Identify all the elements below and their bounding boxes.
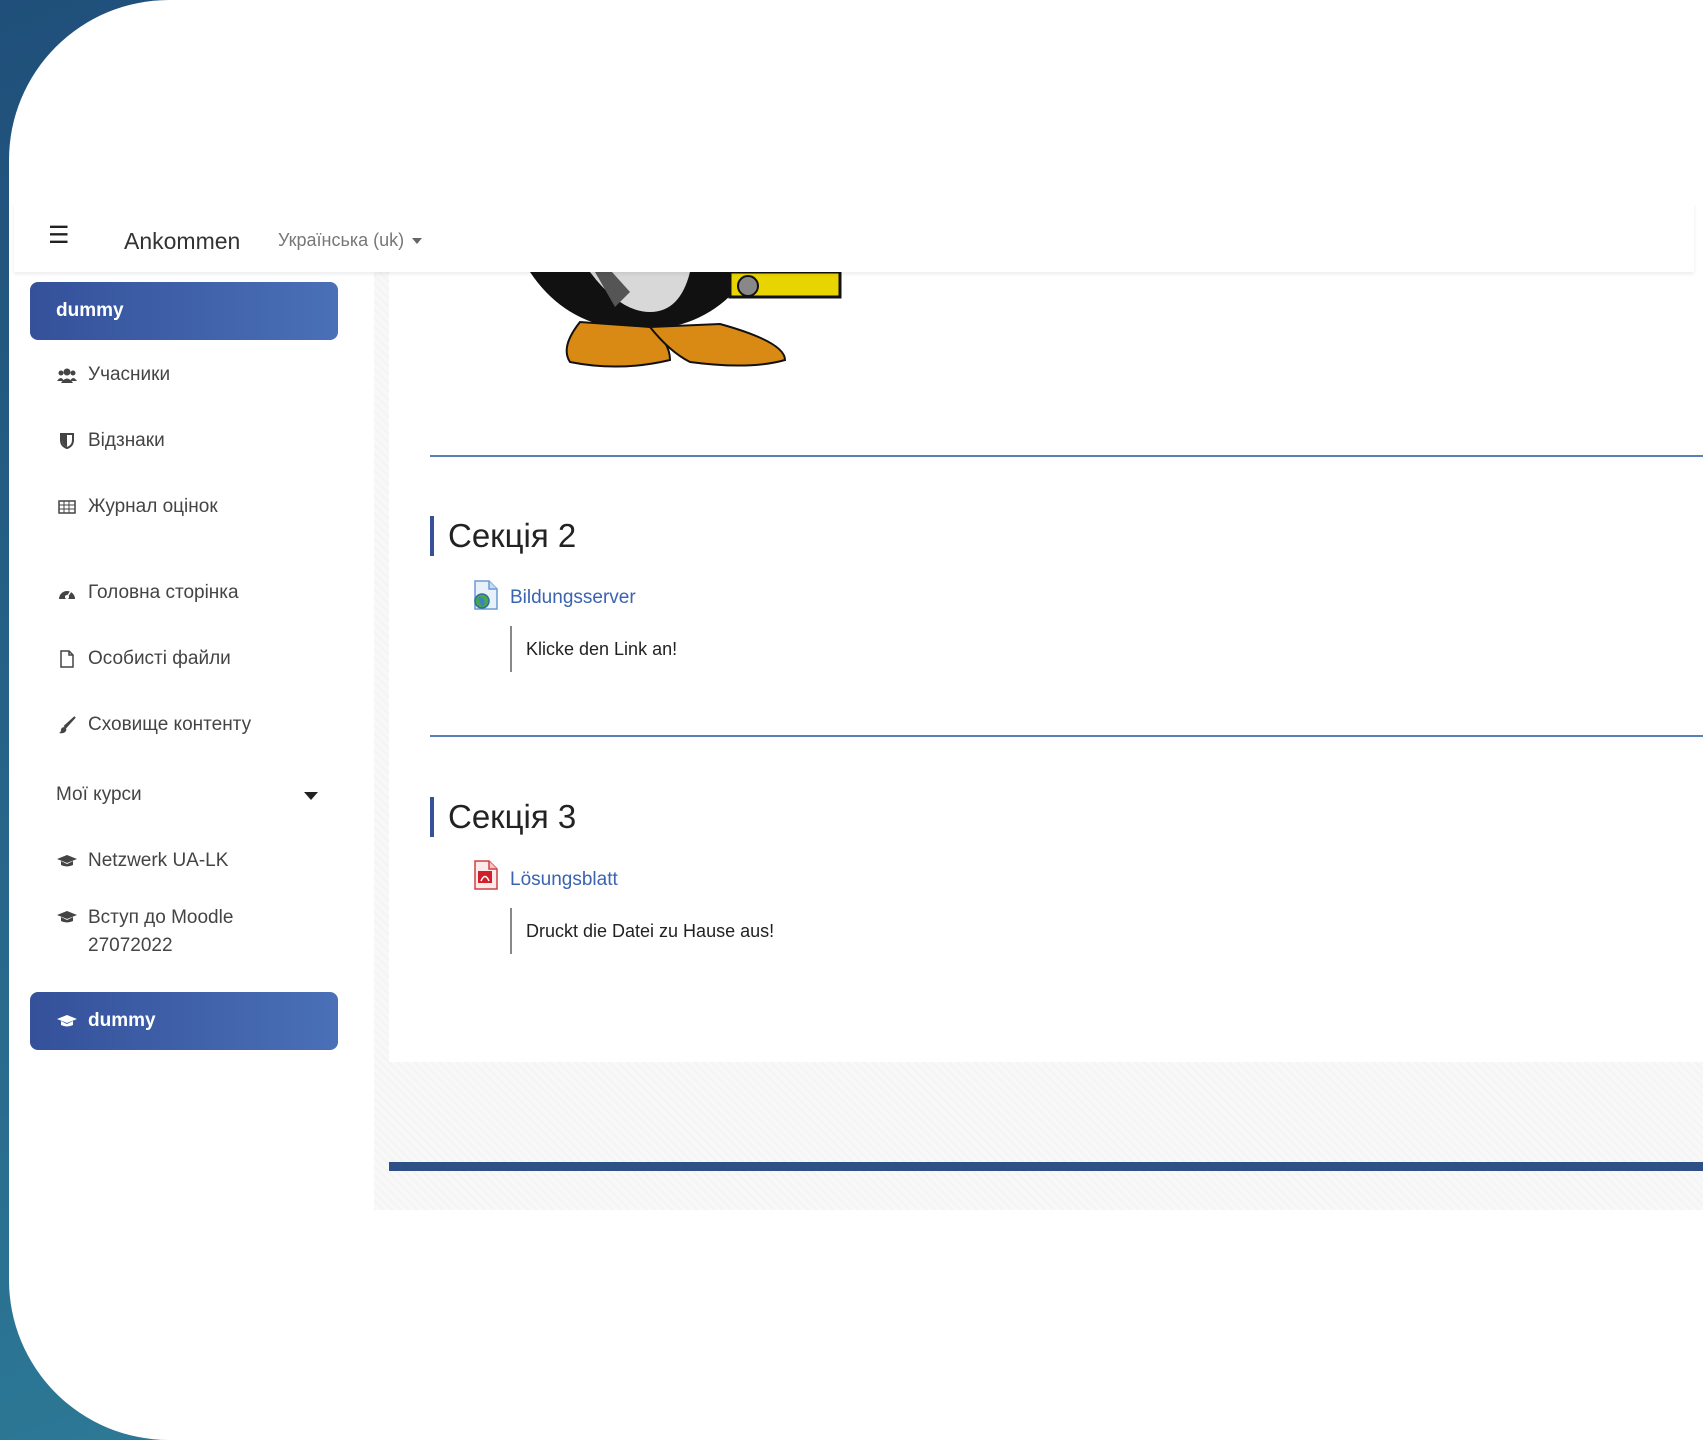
sidebar-item-course-moodle-intro[interactable]: Вступ до Moodle 27072022 bbox=[30, 898, 338, 964]
sidebar-item-course-dummy-current[interactable]: dummy bbox=[30, 992, 338, 1050]
sidebar-item-participants[interactable]: Учасники bbox=[30, 346, 338, 404]
site-brand[interactable]: Ankommen bbox=[124, 228, 240, 255]
table-icon bbox=[56, 500, 78, 514]
sidebar-item-label-group: Вступ до Moodle 27072022 bbox=[88, 904, 233, 960]
graduation-cap-icon bbox=[56, 1014, 78, 1028]
caret-down-icon bbox=[412, 238, 423, 245]
language-menu[interactable]: Українська (uk) bbox=[278, 230, 423, 251]
dashboard-icon bbox=[56, 585, 78, 601]
sidebar-item-label: Мої курси bbox=[56, 784, 142, 805]
activity-link[interactable]: Bildungsserver bbox=[510, 587, 636, 609]
menu-toggle-icon[interactable]: ☰ bbox=[48, 224, 70, 248]
footer-bar bbox=[389, 1162, 1703, 1171]
activity-description: Klicke den Link an! bbox=[510, 626, 677, 672]
sidebar-item-badges[interactable]: Відзнаки bbox=[30, 412, 338, 470]
sidebar-item-label-line2: 27072022 bbox=[88, 935, 173, 956]
sidebar-item-label: Відзнаки bbox=[88, 430, 165, 451]
pdf-icon bbox=[474, 860, 498, 890]
sidebar-item-label: Netzwerk UA-LK bbox=[88, 850, 229, 871]
sidebar-item-dashboard[interactable]: Головна сторінка bbox=[30, 564, 338, 622]
activity-description: Druckt die Datei zu Hause aus! bbox=[510, 908, 774, 954]
sidebar-item-label: Журнал оцінок bbox=[88, 496, 218, 517]
sidebar-item-label: Сховище контенту bbox=[88, 714, 252, 735]
shield-icon bbox=[56, 433, 78, 449]
graduation-cap-icon bbox=[56, 854, 78, 868]
activity-link[interactable]: Lösungsblatt bbox=[510, 869, 618, 891]
section-divider bbox=[430, 735, 1703, 737]
sidebar-item-label: Особисті файли bbox=[88, 648, 231, 669]
sidebar-item-my-courses[interactable]: Мої курси bbox=[30, 766, 338, 824]
sidebar-item-content-bank[interactable]: Сховище контенту bbox=[30, 696, 338, 754]
sidebar-item-course-dummy[interactable]: dummy bbox=[30, 282, 338, 340]
sidebar-item-label: Вступ до Moodle bbox=[88, 907, 234, 928]
sidebar-item-label: dummy bbox=[88, 1010, 156, 1031]
sidebar-item-course-netzwerk[interactable]: Netzwerk UA-LK bbox=[30, 832, 338, 890]
users-icon bbox=[56, 367, 78, 383]
section-title[interactable]: Секція 3 bbox=[430, 797, 576, 837]
language-label: Українська (uk) bbox=[278, 230, 405, 250]
sidebar-drawer: dummy Учасники Відзнаки Журнал оцінок Го… bbox=[14, 272, 376, 1210]
sidebar-item-label: Головна сторінка bbox=[88, 582, 239, 603]
penguin-image bbox=[530, 272, 842, 368]
top-navbar: ☰ Ankommen Українська (uk) bbox=[14, 204, 1694, 272]
graduation-cap-icon bbox=[56, 910, 78, 924]
sidebar-item-label: Учасники bbox=[88, 364, 171, 385]
sidebar-item-private-files[interactable]: Особисті файли bbox=[30, 630, 338, 688]
section-divider bbox=[430, 455, 1703, 457]
sidebar-item-label: dummy bbox=[56, 300, 124, 321]
url-icon bbox=[474, 580, 498, 610]
sidebar-item-grades[interactable]: Журнал оцінок bbox=[30, 478, 338, 536]
section-title[interactable]: Секція 2 bbox=[430, 516, 576, 556]
brush-icon bbox=[56, 716, 78, 734]
caret-down-icon[interactable] bbox=[304, 792, 318, 800]
file-icon bbox=[56, 650, 78, 668]
